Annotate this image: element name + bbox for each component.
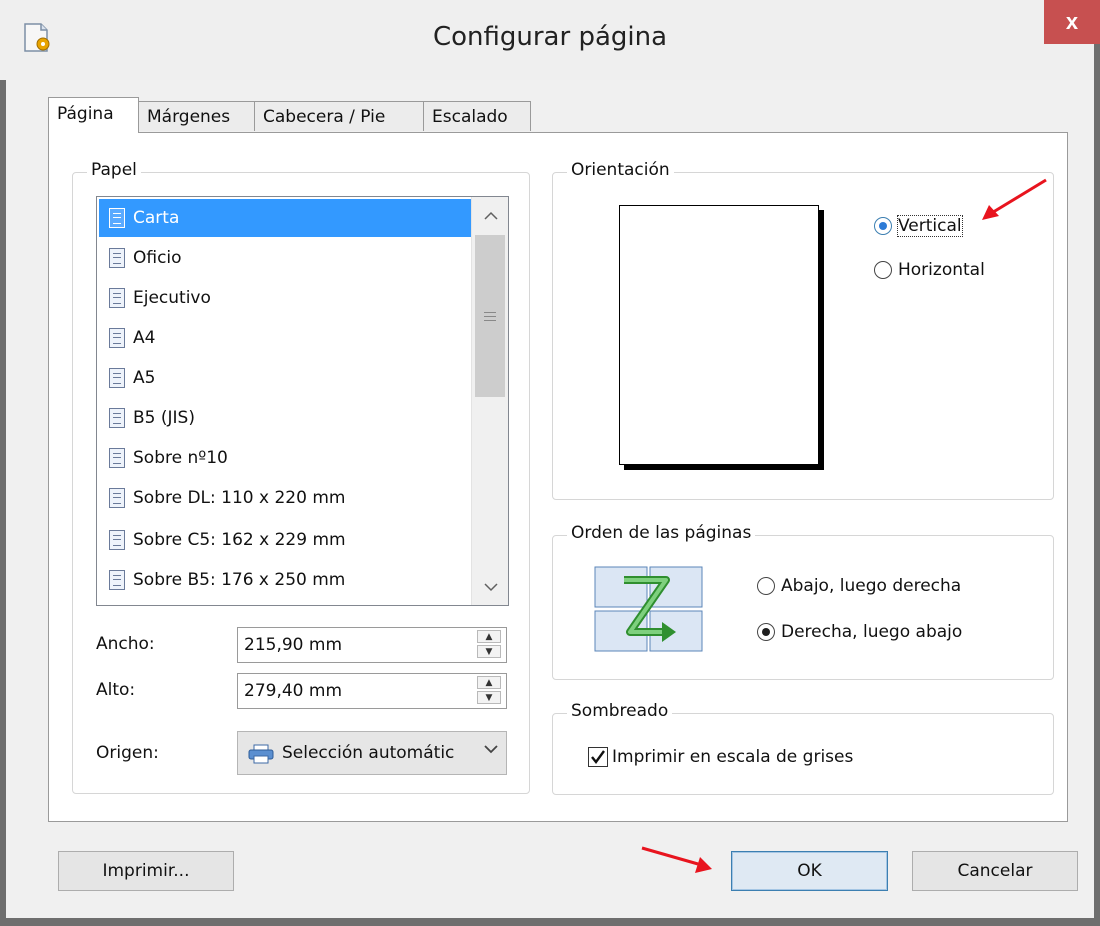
increment-icon[interactable]: ▲ (477, 676, 501, 689)
height-label: Alto: (96, 680, 136, 700)
list-item[interactable]: Sobre C5: 162 x 229 mm (99, 521, 471, 559)
printer-icon (248, 744, 274, 764)
document-icon (109, 368, 125, 388)
orientation-horizontal-label: Horizontal (898, 260, 985, 280)
orientation-group-label: Orientación (567, 160, 674, 180)
orientation-vertical-label: Vertical (897, 215, 963, 237)
grip-icon (484, 311, 496, 321)
tab-margenes[interactable]: Márgenes (138, 101, 255, 131)
annotation-arrow-icon (641, 846, 712, 873)
width-stepper[interactable]: ▲ ▼ (474, 630, 504, 660)
page-order-group-label: Orden de las páginas (567, 523, 756, 543)
order-down-then-right-radio[interactable]: Abajo, luego derecha (757, 576, 961, 596)
title-bar[interactable]: Configurar página x (0, 0, 1100, 80)
radio-selected-icon[interactable] (757, 623, 775, 641)
radio-icon[interactable] (874, 261, 892, 279)
checkbox-checked-icon[interactable] (588, 747, 608, 767)
source-label: Origen: (96, 743, 159, 763)
window-right-border (1094, 44, 1100, 926)
height-value: 279,40 mm (244, 681, 343, 701)
radio-icon[interactable] (757, 577, 775, 595)
document-icon (109, 208, 125, 228)
scroll-down-icon[interactable] (472, 569, 508, 605)
window-bottom-border (0, 918, 1100, 926)
close-button[interactable]: x (1044, 0, 1100, 44)
document-icon (109, 288, 125, 308)
tab-escalado[interactable]: Escalado (423, 101, 531, 131)
list-item[interactable]: Sobre DL: 110 x 220 mm (99, 479, 471, 517)
paper-group-label: Papel (87, 160, 141, 180)
width-field[interactable]: 215,90 mm ▲ ▼ (237, 627, 507, 663)
width-label: Ancho: (96, 634, 155, 654)
list-item[interactable]: A5 (99, 359, 471, 397)
orientation-vertical-radio[interactable]: Vertical (874, 215, 963, 237)
order-right-then-down-radio[interactable]: Derecha, luego abajo (757, 622, 962, 642)
paper-source-select[interactable]: Selección automátic (237, 731, 507, 775)
document-icon (109, 448, 125, 468)
document-icon (109, 328, 125, 348)
document-icon (109, 488, 125, 508)
list-item[interactable]: A4 (99, 319, 471, 357)
list-item[interactable]: Oficio (99, 239, 471, 277)
print-button[interactable]: Imprimir... (58, 851, 234, 891)
list-item[interactable]: Sobre nº10 (99, 439, 471, 477)
cancel-button[interactable]: Cancelar (912, 851, 1078, 891)
paper-list-scrollbar[interactable] (471, 197, 508, 605)
document-icon (109, 530, 125, 550)
document-icon (109, 570, 125, 590)
list-item[interactable]: B5 (JIS) (99, 399, 471, 437)
ok-button[interactable]: OK (731, 851, 888, 891)
width-value: 215,90 mm (244, 635, 343, 655)
list-item[interactable]: Ejecutivo (99, 279, 471, 317)
shading-group-label: Sombreado (567, 701, 673, 721)
annotation-arrow-icon (982, 178, 1047, 220)
paper-source-value: Selección automátic (282, 743, 455, 763)
tab-pagina[interactable]: Página (48, 97, 139, 133)
decrement-icon[interactable]: ▼ (477, 645, 501, 658)
orientation-horizontal-radio[interactable]: Horizontal (874, 260, 985, 280)
scroll-up-icon[interactable] (472, 197, 508, 233)
document-icon (109, 248, 125, 268)
grayscale-label: Imprimir en escala de grises (612, 747, 854, 767)
increment-icon[interactable]: ▲ (477, 630, 501, 643)
order-down-then-right-label: Abajo, luego derecha (781, 576, 962, 596)
tab-cabecera-pie[interactable]: Cabecera / Pie (254, 101, 424, 131)
scroll-thumb[interactable] (475, 235, 505, 397)
list-item[interactable]: Sobre B5: 176 x 250 mm (99, 561, 471, 599)
page-setup-dialog: Configurar página x Página Márgenes Cabe… (0, 0, 1100, 926)
chevron-down-icon (484, 745, 498, 754)
list-item[interactable]: Carta (99, 199, 471, 237)
height-stepper[interactable]: ▲ ▼ (474, 676, 504, 706)
window-left-border (0, 80, 6, 926)
grayscale-checkbox[interactable]: Imprimir en escala de grises (588, 747, 853, 767)
dialog-title: Configurar página (432, 22, 668, 52)
height-field[interactable]: 279,40 mm ▲ ▼ (237, 673, 507, 709)
order-right-then-down-label: Derecha, luego abajo (781, 622, 963, 642)
decrement-icon[interactable]: ▼ (477, 691, 501, 704)
page-order-z-icon (594, 566, 703, 652)
paper-size-list[interactable]: Carta Oficio Ejecutivo A4 A5 B5 (JIS) So… (96, 196, 509, 606)
radio-selected-icon[interactable] (874, 217, 892, 235)
orientation-page-preview (619, 205, 819, 465)
document-icon (109, 408, 125, 428)
